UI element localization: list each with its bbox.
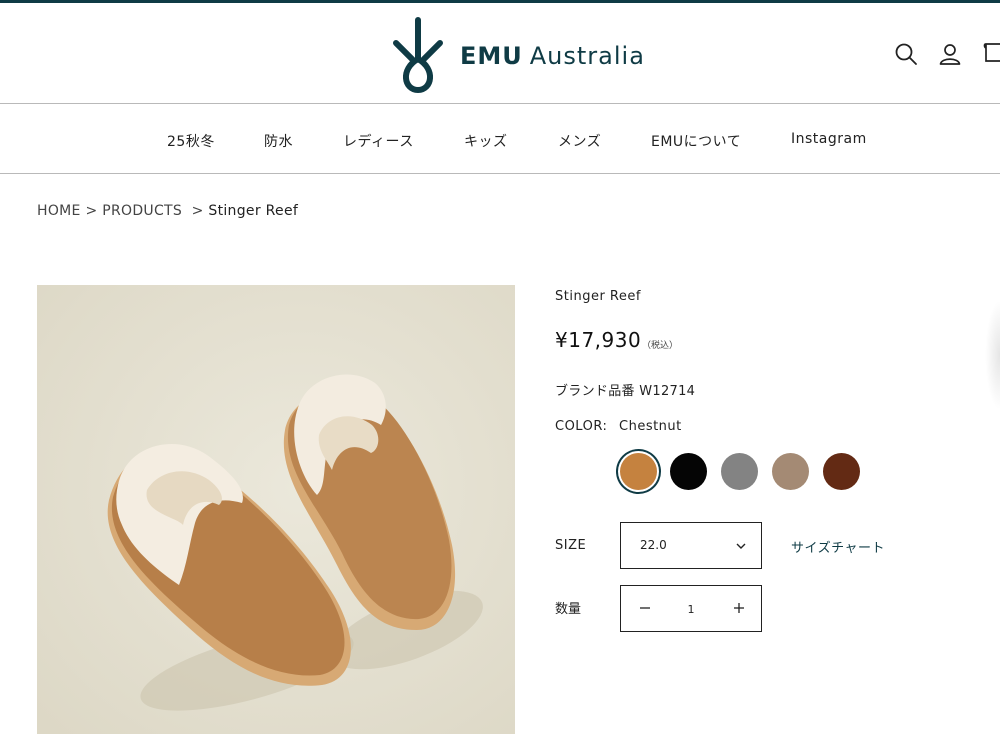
main-nav: 25秋冬 防水 レディース キッズ メンズ EMUについて Instagram bbox=[0, 105, 1000, 174]
quantity-input[interactable] bbox=[667, 598, 715, 620]
account-icon[interactable] bbox=[937, 41, 963, 67]
breadcrumb-separator: > bbox=[191, 203, 204, 219]
brand-name-bold: EMU bbox=[460, 42, 523, 70]
color-label: COLOR: bbox=[555, 419, 608, 434]
color-swatch-chestnut[interactable] bbox=[620, 453, 657, 490]
size-chart-link[interactable]: サイズチャート bbox=[791, 537, 885, 556]
size-label: SIZE bbox=[555, 538, 587, 553]
breadcrumb-products[interactable]: PRODUCTS bbox=[102, 203, 182, 219]
nav-item-mens[interactable]: メンズ bbox=[558, 131, 601, 151]
slipper-illustration bbox=[37, 285, 515, 734]
color-value: Chestnut bbox=[619, 419, 682, 434]
color-swatch-grey[interactable] bbox=[721, 453, 758, 490]
nav-item-about-emu[interactable]: EMUについて bbox=[651, 131, 741, 151]
product-title: Stinger Reef bbox=[555, 289, 641, 304]
product-image[interactable] bbox=[37, 285, 515, 734]
quantity-stepper bbox=[620, 585, 762, 632]
drawer-edge-shadow bbox=[985, 300, 1000, 410]
size-selected-value: 22.0 bbox=[640, 538, 667, 552]
emu-logo-icon bbox=[393, 17, 443, 94]
brand-name: EMU Australia bbox=[460, 42, 645, 70]
site-header: EMU Australia bbox=[0, 3, 1000, 104]
breadcrumb-separator: > bbox=[85, 203, 98, 219]
tax-note: （税込） bbox=[642, 341, 679, 351]
nav-item-25-fall-winter[interactable]: 25秋冬 bbox=[167, 131, 215, 151]
nav-item-kids[interactable]: キッズ bbox=[464, 131, 508, 151]
size-dropdown[interactable]: 22.0 bbox=[620, 522, 762, 569]
nav-item-waterproof[interactable]: 防水 bbox=[264, 131, 293, 151]
quantity-label: 数量 bbox=[555, 602, 582, 617]
product-sku: ブランド品番 W12714 bbox=[555, 384, 696, 399]
breadcrumb-home[interactable]: HOME bbox=[37, 203, 81, 219]
product-price: ¥17,930 bbox=[555, 328, 642, 352]
search-icon[interactable] bbox=[893, 41, 919, 67]
minus-icon[interactable] bbox=[633, 596, 657, 620]
nav-item-instagram[interactable]: Instagram bbox=[791, 131, 867, 147]
breadcrumb: HOME > PRODUCTS > Stinger Reef bbox=[37, 203, 298, 219]
brand-logo[interactable]: EMU Australia bbox=[388, 16, 648, 96]
cart-icon[interactable] bbox=[982, 41, 1000, 67]
plus-icon[interactable] bbox=[727, 596, 751, 620]
brand-name-light: Australia bbox=[529, 42, 645, 70]
color-swatch-black[interactable] bbox=[670, 453, 707, 490]
breadcrumb-current: Stinger Reef bbox=[208, 203, 299, 219]
color-swatch-chocolate[interactable] bbox=[823, 453, 860, 490]
nav-item-ladies[interactable]: レディース bbox=[343, 131, 414, 151]
chevron-down-icon bbox=[736, 543, 746, 549]
color-swatch-mushroom[interactable] bbox=[772, 453, 809, 490]
